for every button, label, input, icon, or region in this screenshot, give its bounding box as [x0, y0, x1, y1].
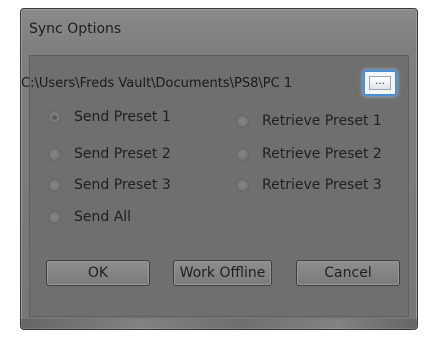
radio-send-preset-2-label: Send Preset 2 [74, 146, 171, 162]
radio-send-all-label: Send All [74, 209, 132, 225]
browse-button-label: ... [369, 76, 391, 90]
work-offline-button[interactable]: Work Offline [173, 260, 272, 286]
radio-send-all[interactable]: Send All [48, 208, 131, 226]
folder-path-field[interactable]: C:\Users\Freds Vault\Documents\PS8\PC 1 [21, 76, 343, 91]
cancel-button[interactable]: Cancel [296, 260, 400, 286]
radio-unchecked-icon [236, 147, 249, 161]
browse-button[interactable]: ... [363, 70, 397, 96]
radio-retrieve-preset-3-label: Retrieve Preset 3 [262, 177, 382, 193]
radio-send-preset-2[interactable]: Send Preset 2 [48, 145, 171, 163]
ok-button[interactable]: OK [46, 260, 150, 286]
radio-send-preset-3-label: Send Preset 3 [74, 177, 171, 193]
radio-send-preset-3[interactable]: Send Preset 3 [48, 176, 171, 194]
radio-send-preset-1-label: Send Preset 1 [74, 109, 171, 125]
radio-unchecked-icon [236, 114, 249, 128]
window-bottom-edge [21, 319, 417, 329]
radio-checked-icon [48, 110, 61, 124]
radio-retrieve-preset-2-label: Retrieve Preset 2 [262, 146, 382, 162]
radio-unchecked-icon [236, 178, 249, 192]
radio-retrieve-preset-1[interactable]: Retrieve Preset 1 [236, 112, 382, 130]
radio-unchecked-icon [48, 178, 61, 192]
radio-send-preset-1[interactable]: Send Preset 1 [48, 108, 171, 126]
radio-retrieve-preset-1-label: Retrieve Preset 1 [262, 113, 382, 129]
radio-retrieve-preset-3[interactable]: Retrieve Preset 3 [236, 176, 382, 194]
radio-unchecked-icon [48, 210, 61, 224]
dialog-title: Sync Options [29, 21, 122, 37]
radio-unchecked-icon [48, 147, 61, 161]
radio-retrieve-preset-2[interactable]: Retrieve Preset 2 [236, 145, 382, 163]
